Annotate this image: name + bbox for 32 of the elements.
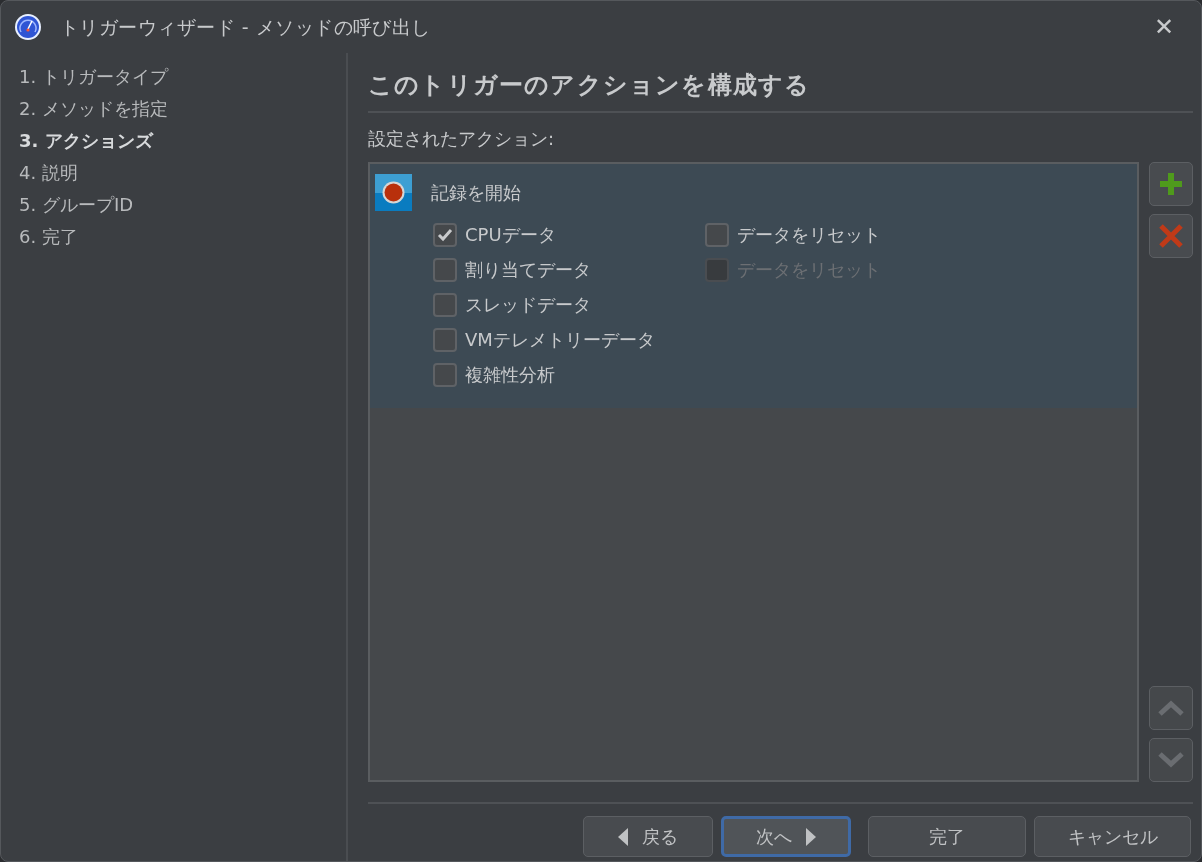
wizard-step[interactable]: 1. トリガータイプ xyxy=(19,63,346,91)
triangle-right-icon xyxy=(806,827,816,846)
chevron-down-icon xyxy=(1158,752,1184,768)
chevron-up-icon xyxy=(1158,700,1184,716)
wizard-step[interactable]: 2. メソッドを指定 xyxy=(19,95,346,123)
checkmark-icon xyxy=(437,227,453,242)
triangle-left-icon xyxy=(618,827,628,846)
record-icon xyxy=(375,173,412,211)
option-checkbox[interactable]: 割り当てデータ xyxy=(433,255,685,284)
option-checkbox[interactable]: データをリセット xyxy=(705,220,881,249)
option-checkbox[interactable]: CPUデータ xyxy=(433,220,685,249)
wizard-step[interactable]: 4. 説明 xyxy=(19,159,346,187)
dialog-button[interactable]: 次へ xyxy=(721,816,851,857)
remove-button[interactable] xyxy=(1149,214,1193,258)
actions-label: 設定されたアクション: xyxy=(368,127,556,151)
plus-icon xyxy=(1159,172,1183,196)
wizard-step[interactable]: 6. 完了 xyxy=(19,223,346,251)
page-heading: このトリガーのアクションを構成する xyxy=(368,70,812,101)
wizard-step[interactable]: 5. グループID xyxy=(19,191,346,219)
dialog-button[interactable]: キャンセル xyxy=(1034,816,1191,857)
option-checkbox[interactable]: スレッドデータ xyxy=(433,290,685,319)
add-button[interactable] xyxy=(1149,162,1193,206)
dialog-button[interactable]: 戻る xyxy=(583,816,713,857)
delete-icon xyxy=(1158,223,1184,249)
option-checkbox[interactable]: VMテレメトリーデータ xyxy=(433,325,685,354)
window-title: トリガーウィザード - メソッドの呼び出し xyxy=(60,14,431,40)
wizard-step[interactable]: 3. アクションズ xyxy=(19,127,346,155)
dialog-button[interactable]: 完了 xyxy=(868,816,1026,857)
gauge-icon xyxy=(14,13,42,41)
option-checkbox[interactable]: 複雑性分析 xyxy=(433,360,685,389)
action-title: 記録を開始 xyxy=(431,180,521,205)
close-button[interactable]: ✕ xyxy=(1144,7,1184,47)
